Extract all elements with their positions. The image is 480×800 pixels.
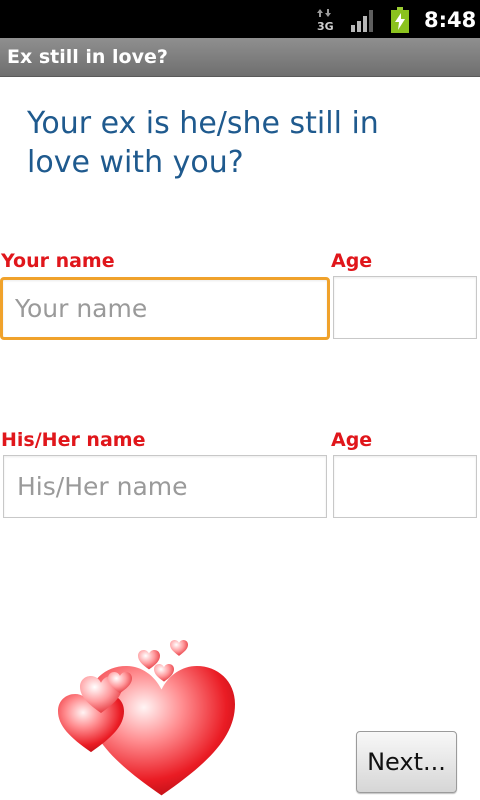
your-age-input[interactable] bbox=[333, 276, 477, 339]
status-bar: 3G 8:48 bbox=[0, 0, 480, 38]
your-age-label: Age bbox=[331, 250, 373, 272]
their-name-input[interactable] bbox=[3, 455, 327, 518]
app-title-bar: Ex still in love? bbox=[0, 38, 480, 77]
svg-text:3G: 3G bbox=[317, 20, 334, 32]
next-button[interactable]: Next... bbox=[356, 731, 457, 793]
their-name-label: His/Her name bbox=[1, 429, 146, 451]
status-time: 8:48 bbox=[424, 8, 477, 32]
battery-charging-icon bbox=[391, 7, 409, 33]
their-age-label: Age bbox=[331, 429, 373, 451]
hearts-icon bbox=[58, 640, 235, 796]
network-3g-icon: 3G bbox=[317, 9, 334, 32]
their-age-input[interactable] bbox=[333, 455, 477, 518]
your-name-label: Your name bbox=[1, 250, 115, 272]
page-heading: Your ex is he/she still in love with you… bbox=[27, 106, 379, 180]
signal-strength-icon bbox=[351, 10, 373, 32]
your-name-input[interactable] bbox=[0, 277, 330, 340]
app-title: Ex still in love? bbox=[7, 46, 168, 68]
